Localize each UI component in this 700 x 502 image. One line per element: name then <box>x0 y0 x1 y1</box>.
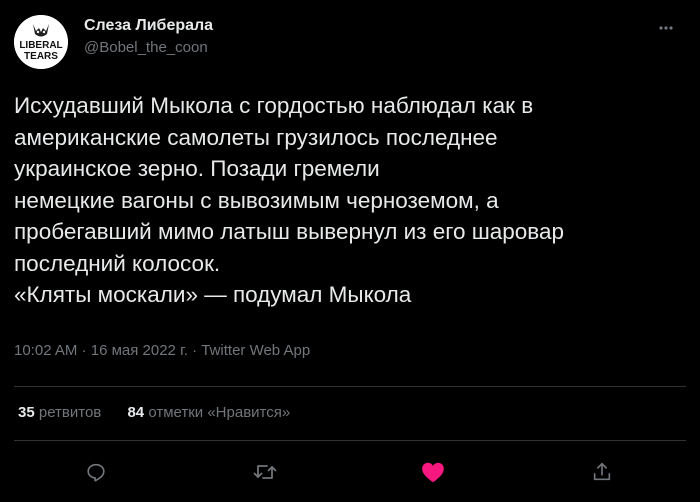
reply-icon <box>87 463 105 482</box>
tweet-text-line: американские самолеты грузилось последне… <box>14 124 498 150</box>
retweet-icon <box>253 465 277 479</box>
retweets-label: ретвитов <box>38 404 102 421</box>
more-dots-icon <box>659 26 673 30</box>
tweet-date[interactable]: 16 мая 2022 г. <box>91 342 188 359</box>
tweet-text-line: Исхудавший Мыкола с гордостью наблюдал к… <box>14 93 534 118</box>
share-icon <box>593 462 611 481</box>
avatar-text-top: LIBERAL <box>19 40 62 51</box>
tweet-time[interactable]: 10:02 AM <box>14 342 77 359</box>
tweet-text-line: пробегавший мимо латыш вывернул из его ш… <box>14 219 565 244</box>
tweet-text-line: последний колосок. <box>14 250 221 276</box>
reply-button[interactable] <box>82 458 110 486</box>
likes-label: отметки «Нравится» <box>148 404 291 421</box>
likes-stat[interactable]: 84 отметки «Нравится» <box>127 404 290 421</box>
meta-separator: · <box>192 342 198 359</box>
tweet-text: Исхудавший Мыкола с гордостью наблюдал к… <box>14 90 690 311</box>
author-display-name[interactable]: Слеза Либерала <box>84 16 213 36</box>
tweet-meta: 10:02 AM · 16 мая 2022 г. · Twitter Web … <box>14 342 310 359</box>
avatar[interactable]: LIBERAL TEARS <box>14 15 68 69</box>
retweet-button[interactable] <box>251 458 279 486</box>
meta-separator: · <box>81 342 87 359</box>
likes-count: 84 <box>127 404 145 421</box>
avatar-text-bottom: TEARS <box>24 51 58 62</box>
retweets-stat[interactable]: 35 ретвитов <box>18 404 101 421</box>
like-button[interactable] <box>419 458 447 486</box>
heart-icon <box>422 462 444 483</box>
avatar-logo-icon: LIBERAL TEARS <box>14 15 68 69</box>
tweet: LIBERAL TEARS Слеза Либерала @Bobel_the_… <box>0 0 700 502</box>
divider <box>14 440 686 441</box>
more-options-button[interactable] <box>656 18 676 38</box>
tweet-stats: 35 ретвитов 84 отметки «Нравится» <box>18 404 290 421</box>
tweet-text-line: украинское зерно. Позади гремели <box>14 156 380 181</box>
tweet-text-line: немецкие вагоны с вывозимым черноземом, … <box>14 187 499 213</box>
divider <box>14 386 686 387</box>
retweets-count: 35 <box>18 404 35 421</box>
author-names: Слеза Либерала @Bobel_the_coon <box>84 16 213 58</box>
tweet-source-app[interactable]: Twitter Web App <box>201 342 310 359</box>
share-button[interactable] <box>588 458 616 486</box>
tweet-text-line: «Кляты москали» — подумал Мыкола <box>14 282 412 307</box>
author-handle[interactable]: @Bobel_the_coon <box>84 38 213 58</box>
